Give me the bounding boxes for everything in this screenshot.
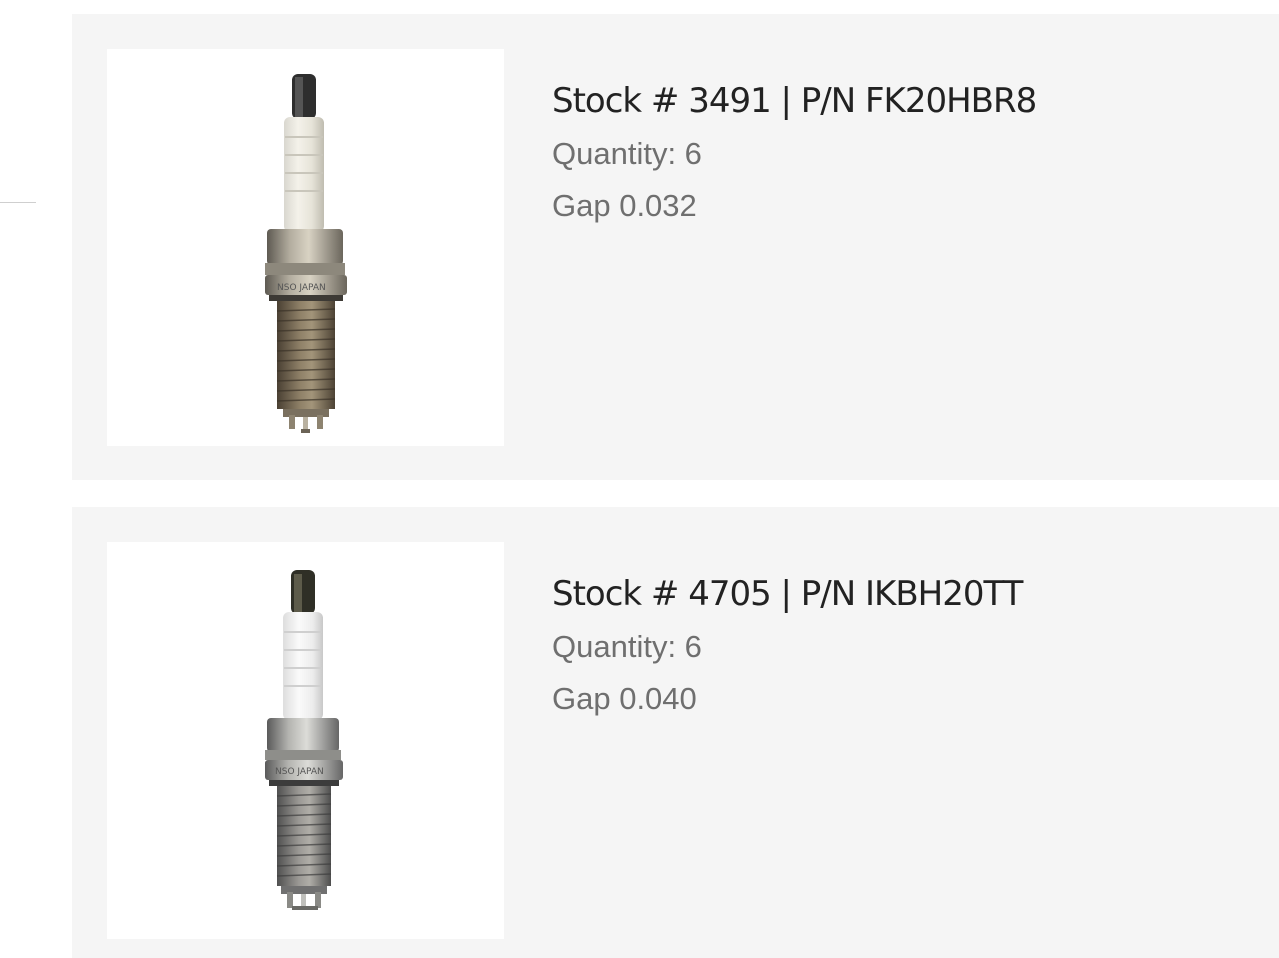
product-quantity: Quantity: 6 — [552, 629, 702, 664]
product-card[interactable]: NSO JAPAN Stock # 3491 | P/N FK20HBR8 Qu… — [72, 14, 1279, 480]
product-title[interactable]: Stock # 4705 | P/N IKBH20TT — [552, 567, 1023, 621]
product-gap: Gap 0.040 — [552, 681, 697, 716]
svg-text:NSO JAPAN: NSO JAPAN — [275, 767, 324, 777]
product-quantity: Quantity: 6 — [552, 136, 702, 171]
spark-plug-image: NSO JAPAN — [265, 74, 347, 433]
product-gap: Gap 0.032 — [552, 188, 697, 223]
product-card[interactable]: NSO JAPAN Stock # 4705 | P/N IKBH20TT Qu… — [72, 507, 1279, 958]
product-image-spark-plug[interactable]: NSO JAPAN — [107, 49, 504, 446]
left-divider — [0, 202, 36, 203]
product-info: Stock # 3491 | P/N FK20HBR8 Quantity: 6 … — [552, 74, 1037, 232]
product-title[interactable]: Stock # 3491 | P/N FK20HBR8 — [552, 74, 1037, 128]
spark-plug-image: NSO JAPAN — [265, 570, 343, 910]
product-image-spark-plug[interactable]: NSO JAPAN — [107, 542, 504, 939]
svg-text:NSO JAPAN: NSO JAPAN — [277, 283, 326, 293]
product-info: Stock # 4705 | P/N IKBH20TT Quantity: 6 … — [552, 567, 1023, 725]
